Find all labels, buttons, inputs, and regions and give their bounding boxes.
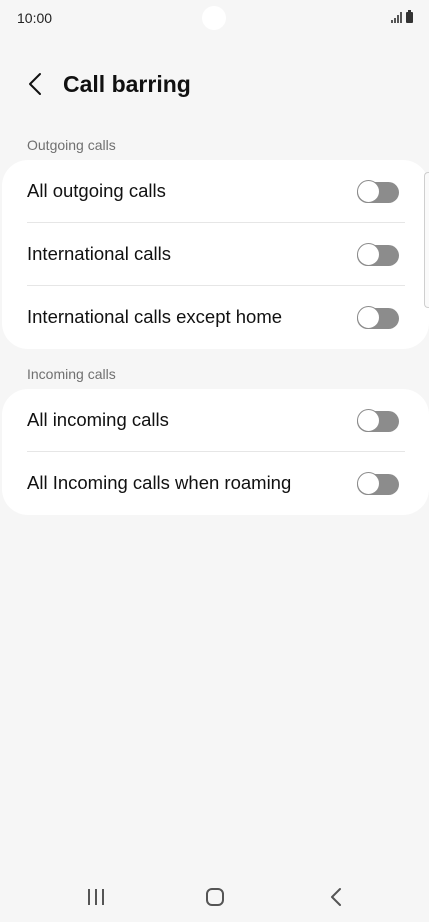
status-bar: 10:00 — [0, 0, 429, 36]
battery-icon — [406, 10, 413, 23]
status-time: 10:00 — [17, 10, 53, 26]
setting-label: All incoming calls — [27, 409, 169, 430]
toggle-thumb — [357, 306, 380, 329]
section-label-incoming: Incoming calls — [27, 366, 116, 382]
navigation-bar — [0, 872, 429, 922]
toggle-switch[interactable] — [357, 180, 399, 204]
setting-row-all-outgoing[interactable]: All outgoing calls — [2, 160, 429, 223]
toggle-thumb — [357, 243, 380, 266]
setting-row-incoming-roaming[interactable]: All Incoming calls when roaming — [2, 452, 429, 515]
setting-label: All outgoing calls — [27, 180, 166, 201]
toggle-switch[interactable] — [357, 409, 399, 433]
app-header: Call barring — [0, 62, 429, 106]
setting-row-all-incoming[interactable]: All incoming calls — [2, 389, 429, 452]
back-icon — [331, 888, 341, 906]
scroll-indicator[interactable] — [424, 172, 429, 308]
recents-button[interactable] — [81, 884, 111, 910]
page-title: Call barring — [63, 71, 191, 97]
toggle-thumb — [357, 180, 380, 203]
toggle-switch[interactable] — [357, 243, 399, 267]
setting-label: International calls except home — [27, 306, 283, 327]
camera-cutout — [202, 6, 226, 30]
toggle-thumb — [357, 409, 380, 432]
toggle-switch[interactable] — [357, 306, 399, 330]
setting-label: All Incoming calls when roaming — [27, 472, 292, 493]
incoming-calls-card: All incoming calls All Incoming calls wh… — [2, 389, 429, 515]
status-icons — [391, 10, 413, 23]
outgoing-calls-card: All outgoing calls International calls I… — [2, 160, 429, 349]
back-button[interactable] — [22, 70, 50, 98]
home-button[interactable] — [200, 884, 230, 910]
nav-back-button[interactable] — [321, 884, 351, 910]
setting-row-international-except-home[interactable]: International calls except home — [2, 286, 429, 349]
setting-label: International calls — [27, 243, 171, 264]
setting-row-international[interactable]: International calls — [2, 223, 429, 286]
toggle-switch[interactable] — [357, 472, 399, 496]
section-label-outgoing: Outgoing calls — [27, 137, 116, 153]
home-icon — [206, 888, 224, 906]
signal-icon — [391, 12, 402, 23]
recents-icon — [88, 889, 104, 905]
toggle-thumb — [357, 472, 380, 495]
chevron-left-icon — [29, 73, 41, 95]
